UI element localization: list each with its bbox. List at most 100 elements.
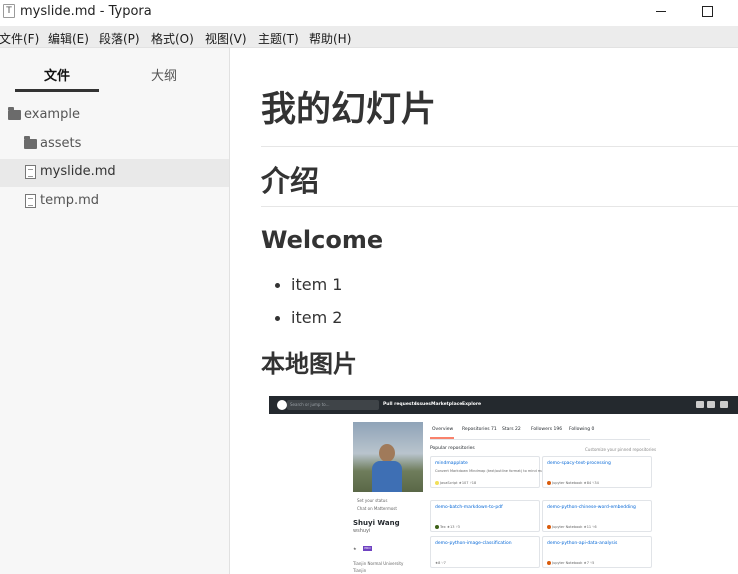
tree-item-label: temp.md <box>40 193 100 208</box>
tree-item-temp[interactable]: temp.md <box>0 188 229 216</box>
repo-forks: 18 <box>471 481 477 485</box>
repo-card: demo-spacy-text-processing Jupyter Noteb… <box>542 456 652 488</box>
list-item[interactable]: item 2 <box>274 308 342 327</box>
heading-1[interactable]: 我的幻灯片 <box>261 93 436 128</box>
sidebar: 文件 大纲 example assets myslide.md temp.md <box>0 48 230 574</box>
repo-meta: Tex ★13 ⑂3 <box>435 525 460 529</box>
maximize-button[interactable] <box>698 2 716 20</box>
title-bar: T myslide.md - Typora <box>0 0 738 26</box>
repo-forks: 7 <box>443 561 446 565</box>
heading-2-rule <box>261 206 738 207</box>
menu-format[interactable]: 格式(O) <box>151 30 194 47</box>
repo-meta: Jupyter Notebook ★84 ⑂34 <box>547 481 599 485</box>
repo-card: demo-python-api-data-analysis Jupyter No… <box>542 536 652 568</box>
minimize-button[interactable] <box>650 2 672 20</box>
repo-card: demo-python-image-classification ★8 ⑂7 <box>430 536 540 568</box>
tree-item-label: assets <box>40 136 82 151</box>
tab-files[interactable]: 文件 <box>15 65 99 84</box>
github-header: Search or jump to... Pull requests Issue… <box>269 396 738 414</box>
repo-stars: 84 <box>586 481 592 485</box>
divider <box>430 439 650 440</box>
folder-icon <box>24 136 37 149</box>
status-line: Set your status <box>357 498 388 503</box>
repo-name: demo-python-api-data-analysis <box>547 541 618 546</box>
window-title: myslide.md - Typora <box>20 4 152 19</box>
file-icon <box>25 194 36 208</box>
repo-forks: 3 <box>457 525 460 529</box>
repo-language: Tex <box>440 525 446 529</box>
github-logo-icon <box>277 400 287 410</box>
heading-1-rule <box>261 146 738 147</box>
repo-meta: ★8 ⑂7 <box>435 561 446 565</box>
github-tab: Following 0 <box>569 427 595 432</box>
avatar-menu-icon <box>720 401 728 408</box>
repo-name: demo-batch-markdown-to-pdf <box>435 505 503 510</box>
repo-meta: Jupyter Notebook ★11 ⑂6 <box>547 525 597 529</box>
repo-language: Jupyter Notebook <box>552 561 583 565</box>
file-icon <box>25 165 36 179</box>
repo-card: demo-batch-markdown-to-pdf Tex ★13 ⑂3 <box>430 500 540 532</box>
customize-pins: Customize your pinned repositories <box>585 447 657 452</box>
tab-outline[interactable]: 大纲 <box>122 65 206 84</box>
location: Tianjin <box>353 568 367 573</box>
repo-language: JavaScript <box>440 481 458 485</box>
menu-view[interactable]: 视图(V) <box>205 30 247 47</box>
menu-edit[interactable]: 编辑(E) <box>48 30 89 47</box>
repo-stars: 8 <box>438 561 441 565</box>
heading-2[interactable]: 介绍 <box>261 167 319 196</box>
popular-repos-title: Popular repositories <box>430 446 475 451</box>
tree-item-myslide[interactable]: myslide.md <box>0 159 229 187</box>
tree-item-assets[interactable]: assets <box>0 131 229 159</box>
repo-forks: 34 <box>594 481 599 485</box>
github-avatar <box>353 422 423 492</box>
menu-help[interactable]: 帮助(H) <box>309 30 351 47</box>
repo-language: Jupyter Notebook <box>552 525 583 529</box>
active-tab-indicator <box>15 89 99 92</box>
menu-paragraph[interactable]: 段落(P) <box>99 30 140 47</box>
repo-meta: JavaScript ★107 ⑂18 <box>435 481 476 485</box>
embedded-github-screenshot[interactable]: Search or jump to... Pull requests Issue… <box>269 396 738 574</box>
plus-icon <box>707 401 715 408</box>
list-item[interactable]: item 1 <box>274 275 342 294</box>
github-tab: Overview <box>432 427 454 432</box>
repo-card: mindmapplate Convert Markdown Mindmap (t… <box>430 456 557 488</box>
github-nav-item: Marketplace <box>431 402 463 407</box>
repo-language: Jupyter Notebook <box>552 481 583 485</box>
repo-meta: Jupyter Notebook ★7 ⑂5 <box>547 561 594 565</box>
folder-icon <box>8 107 21 120</box>
typora-app-icon: T <box>3 4 15 18</box>
tree-item-example[interactable]: example <box>0 102 229 130</box>
repo-name: demo-python-image-classification <box>435 541 512 546</box>
star-icon: ★ <box>353 546 357 551</box>
heading-3-welcome[interactable]: Welcome <box>261 228 383 252</box>
menu-bar: 文件(F) 编辑(E) 段落(P) 格式(O) 视图(V) 主题(T) 帮助(H… <box>0 26 738 48</box>
repo-desc: Convert Markdown Mindmap (text/outline f… <box>435 469 557 473</box>
person-photo <box>372 444 402 492</box>
repo-stars: 7 <box>586 561 589 565</box>
pro-badge: PRO <box>363 546 372 551</box>
repo-forks: 6 <box>594 525 597 529</box>
tree-item-label: example <box>24 107 80 122</box>
bell-icon <box>696 401 704 408</box>
repo-stars: 13 <box>449 525 455 529</box>
repo-name: demo-python-chinese-word-embedding <box>547 505 636 510</box>
github-tab: Stars 22 <box>502 427 521 432</box>
github-tab: Repositories 71 <box>462 427 497 432</box>
repo-name: mindmapplate <box>435 461 468 466</box>
menu-file[interactable]: 文件(F) <box>0 30 39 47</box>
editor[interactable]: 我的幻灯片 介绍 Welcome item 1 item 2 本地图片 Sear… <box>231 48 738 574</box>
heading-3-local-image[interactable]: 本地图片 <box>261 352 357 376</box>
github-name: Shuyi Wang <box>353 519 400 527</box>
repo-name: demo-spacy-text-processing <box>547 461 611 466</box>
github-login: wshuyi <box>353 528 371 534</box>
menu-themes[interactable]: 主题(T) <box>258 30 299 47</box>
repo-forks: 5 <box>592 561 595 565</box>
tree-item-label: myslide.md <box>40 164 116 179</box>
github-tab: Followers 196 <box>531 427 563 432</box>
github-nav-item: Issues <box>415 402 431 407</box>
repo-stars: 107 <box>461 481 469 485</box>
repo-stars: 11 <box>586 525 592 529</box>
status-line: Chat on Mattermost <box>357 506 397 511</box>
github-nav-item: Pull requests <box>383 402 417 407</box>
affiliation: Tianjin Normal University <box>353 561 404 566</box>
